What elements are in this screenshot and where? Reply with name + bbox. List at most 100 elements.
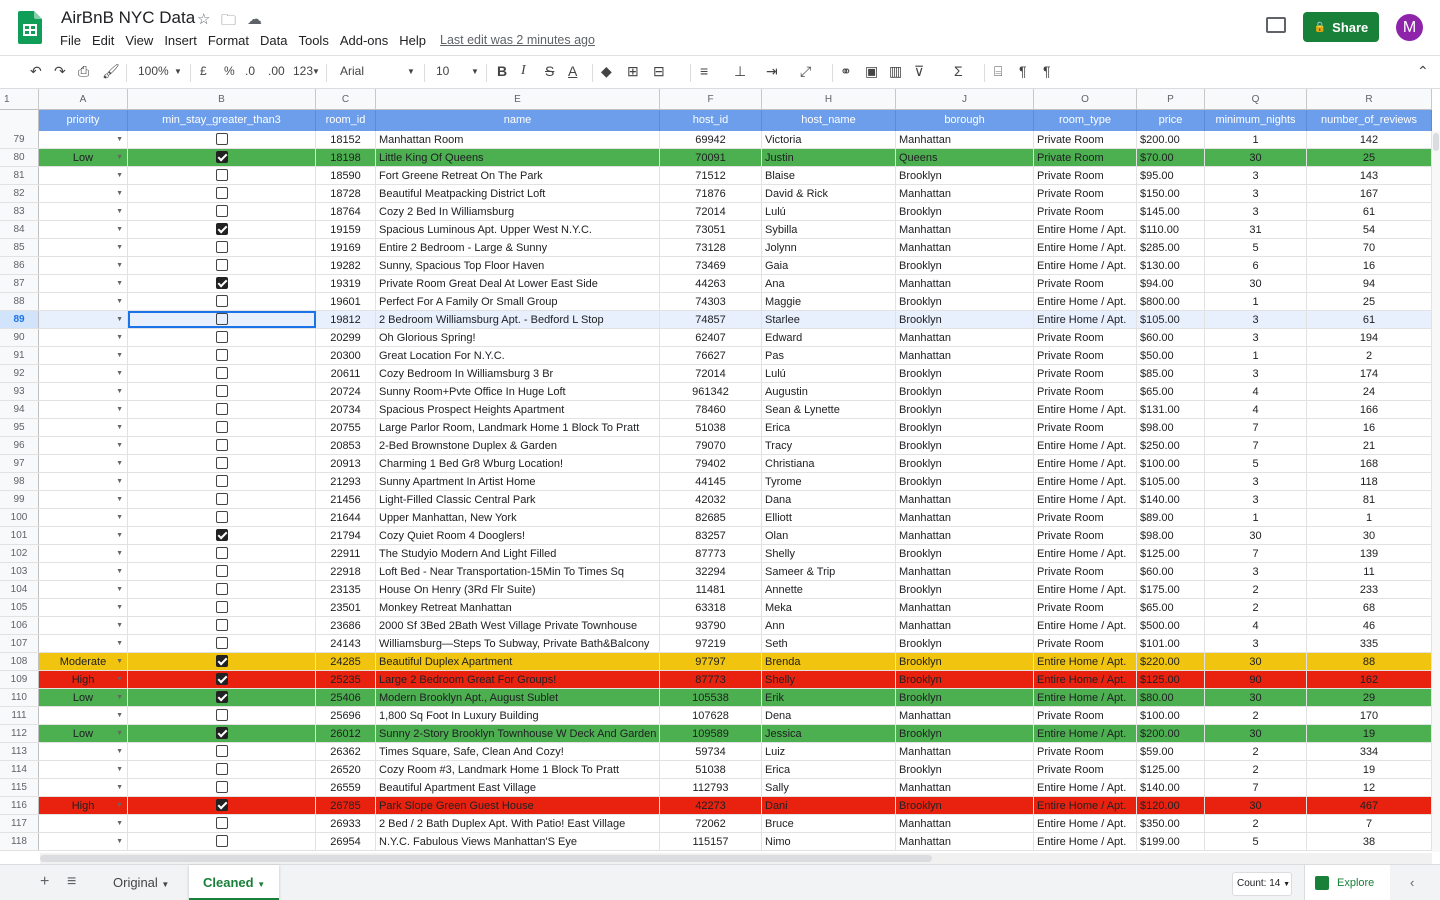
cell-room-type[interactable]: Entire Home / Apt. [1034,797,1137,814]
dropdown-chevron-icon[interactable]: ▼ [116,743,123,760]
cell-number-of-reviews[interactable]: 25 [1307,149,1432,166]
dropdown-chevron-icon[interactable]: ▼ [116,545,123,562]
cell-room-id[interactable]: 25406 [316,689,376,706]
cell-room-id[interactable]: 21794 [316,527,376,544]
cell-room-type[interactable]: Entire Home / Apt. [1034,833,1137,850]
cell-host-id[interactable]: 72014 [660,203,762,220]
cell-host-id[interactable]: 87773 [660,545,762,562]
priority-cell[interactable]: ▼ [39,743,128,760]
cell-price[interactable]: $200.00 [1137,131,1205,148]
cell-number-of-reviews[interactable]: 21 [1307,437,1432,454]
cell-price[interactable]: $285.00 [1137,239,1205,256]
format-percent-button[interactable]: % [224,64,235,78]
priority-cell[interactable]: ▼ [39,599,128,616]
bold-button[interactable]: B [497,63,507,79]
cell-price[interactable]: $60.00 [1137,329,1205,346]
row-number[interactable]: 114 [0,761,39,778]
cell-number-of-reviews[interactable]: 168 [1307,455,1432,472]
cell-minimum-nights[interactable]: 7 [1205,419,1307,436]
checkbox-cell[interactable] [128,689,316,706]
cell-room-id[interactable]: 21293 [316,473,376,490]
header-cell-room-id[interactable]: room_id [316,110,376,131]
checkbox[interactable] [215,403,228,416]
cell-borough[interactable]: Manhattan [896,491,1034,508]
fill-color-icon[interactable]: ◆ [601,63,612,80]
more-formats-select[interactable]: 123 [293,64,313,78]
checkbox-cell[interactable] [128,653,316,670]
dropdown-chevron-icon[interactable]: ▼ [116,149,123,166]
cell-host-name[interactable]: Dena [762,707,896,724]
cell-room-id[interactable]: 26362 [316,743,376,760]
cell-host-id[interactable]: 70091 [660,149,762,166]
cell-price[interactable]: $89.00 [1137,509,1205,526]
priority-cell[interactable]: ▼ [39,707,128,724]
dropdown-chevron-icon[interactable]: ▼ [116,797,123,814]
cell-borough[interactable]: Manhattan [896,275,1034,292]
cell-price[interactable]: $110.00 [1137,221,1205,238]
checkbox-cell[interactable] [128,563,316,580]
checkbox[interactable] [215,835,228,848]
cell-room-id[interactable]: 20611 [316,365,376,382]
dropdown-chevron-icon[interactable]: ▼ [116,653,123,670]
cell-number-of-reviews[interactable]: 334 [1307,743,1432,760]
dropdown-chevron-icon[interactable]: ▼ [116,401,123,418]
cell-room-id[interactable]: 20853 [316,437,376,454]
cell-price[interactable]: $105.00 [1137,311,1205,328]
menu-addons[interactable]: Add-ons [340,33,388,48]
cell-host-name[interactable]: Erica [762,761,896,778]
collapse-menus-icon[interactable]: ⌃ [1417,63,1429,80]
column-letter-f[interactable]: F [660,89,762,110]
cell-room-type[interactable]: Entire Home / Apt. [1034,653,1137,670]
last-edit-link[interactable]: Last edit was 2 minutes ago [440,33,595,47]
cell-number-of-reviews[interactable]: 81 [1307,491,1432,508]
row-number[interactable]: 101 [0,527,39,544]
cell-number-of-reviews[interactable]: 139 [1307,545,1432,562]
cell-number-of-reviews[interactable]: 61 [1307,203,1432,220]
checkbox[interactable] [215,655,228,668]
cell-number-of-reviews[interactable]: 166 [1307,401,1432,418]
cell-room-type[interactable]: Entire Home / Apt. [1034,437,1137,454]
cell-host-name[interactable]: Nimo [762,833,896,850]
cell-borough[interactable]: Manhattan [896,185,1034,202]
cell-host-id[interactable]: 79402 [660,455,762,472]
cell-minimum-nights[interactable]: 1 [1205,347,1307,364]
cell-room-id[interactable]: 24285 [316,653,376,670]
cell-room-id[interactable]: 26520 [316,761,376,778]
cell-room-type[interactable]: Private Room [1034,131,1137,148]
cell-host-name[interactable]: Sally [762,779,896,796]
cell-minimum-nights[interactable]: 3 [1205,185,1307,202]
cell-price[interactable]: $150.00 [1137,185,1205,202]
cell-name[interactable]: Upper Manhattan, New York [376,509,660,526]
cell-host-name[interactable]: Lulú [762,365,896,382]
cell-number-of-reviews[interactable]: 38 [1307,833,1432,850]
dropdown-chevron-icon[interactable]: ▼ [116,239,123,256]
cell-host-id[interactable]: 42032 [660,491,762,508]
column-letter-c[interactable]: C [316,89,376,110]
checkbox[interactable] [215,151,228,164]
cell-host-id[interactable]: 107628 [660,707,762,724]
cell-host-name[interactable]: Ana [762,275,896,292]
dropdown-chevron-icon[interactable]: ▼ [116,707,123,724]
cell-name[interactable]: 1,800 Sq Foot In Luxury Building [376,707,660,724]
checkbox[interactable] [215,529,228,542]
cell-number-of-reviews[interactable]: 143 [1307,167,1432,184]
dropdown-chevron-icon[interactable]: ▼ [116,383,123,400]
align-vertical-icon[interactable]: ⊥ [734,63,746,80]
checkbox[interactable] [215,205,228,218]
cell-host-name[interactable]: Augustin [762,383,896,400]
cell-name[interactable]: 2000 Sf 3Bed 2Bath West Village Private … [376,617,660,634]
row-number[interactable]: 105 [0,599,39,616]
row-number[interactable]: 79 [0,131,39,148]
cell-borough[interactable]: Brooklyn [896,761,1034,778]
cell-room-type[interactable]: Private Room [1034,707,1137,724]
priority-cell[interactable]: ▼ [39,833,128,850]
cell-name[interactable]: Light-Filled Classic Central Park [376,491,660,508]
cell-minimum-nights[interactable]: 2 [1205,743,1307,760]
checkbox-cell[interactable] [128,221,316,238]
checkbox[interactable] [215,331,228,344]
row-number[interactable]: 92 [0,365,39,382]
cell-host-name[interactable]: Tracy [762,437,896,454]
checkbox[interactable] [215,475,228,488]
cell-price[interactable]: $125.00 [1137,671,1205,688]
cell-price[interactable]: $70.00 [1137,149,1205,166]
